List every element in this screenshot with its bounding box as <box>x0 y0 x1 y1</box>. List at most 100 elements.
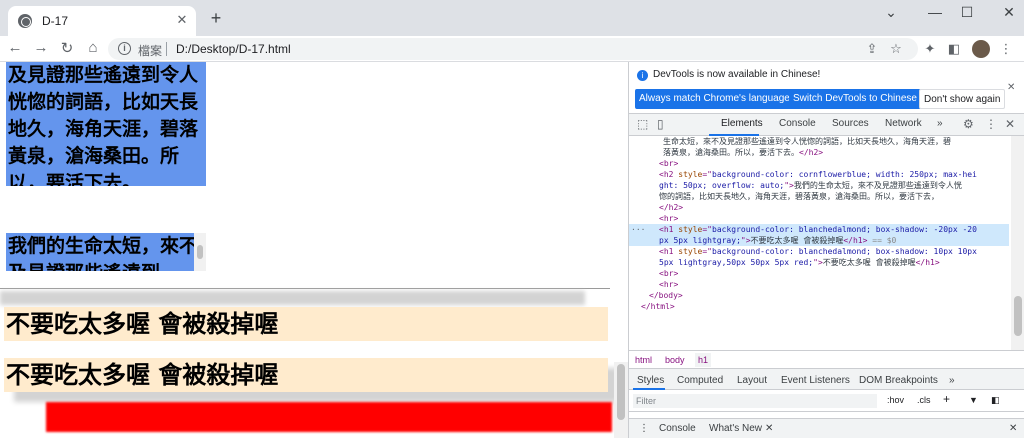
dom-line[interactable]: 惚的詞語，比如天長地久，海角天涯，碧落黃泉，滄海桑田。所以，要活下去， <box>629 191 1009 202</box>
devtools-close-icon[interactable]: ✕ <box>1005 117 1015 131</box>
globe-icon <box>18 14 32 28</box>
tab-more-styles[interactable]: » <box>949 375 955 386</box>
dom-token: =" <box>702 225 712 234</box>
h2-cornflower-block: 及見證那些遙遠到令人恍惚的詞語，比如天長地久，海角天涯，碧落黃泉，滄海桑田。所以… <box>6 62 206 186</box>
h1-heading-second: 不要吃太多喔 會被殺掉喔 <box>4 358 608 392</box>
tab-search-icon[interactable]: ⌄ <box>876 4 906 26</box>
h2-scrollbar[interactable] <box>194 233 206 271</box>
styles-filter-input[interactable]: Filter <box>633 394 877 408</box>
h1-heading-first: 不要吃太多喔 會被殺掉喔 <box>4 307 608 341</box>
tab-sources[interactable]: Sources <box>832 118 869 129</box>
address-bar[interactable]: i 檔案 D:/Desktop/D-17.html <box>108 38 918 60</box>
dom-token: <h2 <box>659 170 679 179</box>
dom-line-selected[interactable]: px 5px lightgray;">不要吃太多喔 會被殺掉喔</h1> == … <box>629 235 1009 246</box>
dom-token: =" <box>702 170 712 179</box>
tab-styles[interactable]: Styles <box>637 375 664 386</box>
close-window-button[interactable]: ✕ <box>994 4 1024 26</box>
dom-line[interactable]: <hr> <box>629 213 1009 224</box>
dom-token: </h2> <box>659 203 684 212</box>
notice-close-icon[interactable]: ✕ <box>1007 82 1015 93</box>
dont-show-button[interactable]: Don't show again <box>919 89 1006 109</box>
drawer-tab-close-icon[interactable]: ✕ <box>765 423 773 434</box>
home-icon[interactable]: ⌂ <box>84 39 102 56</box>
cls-toggle[interactable]: .cls <box>917 395 931 405</box>
profile-avatar[interactable] <box>972 40 990 58</box>
dom-line[interactable]: </body> <box>629 290 1009 301</box>
tab-dom-breakpoints[interactable]: DOM Breakpoints <box>859 375 938 386</box>
tab-event-listeners[interactable]: Event Listeners <box>781 375 850 386</box>
dom-line[interactable]: </h2> <box>629 202 1009 213</box>
breadcrumb-body[interactable]: body <box>665 355 685 365</box>
hov-toggle[interactable]: :hov <box>887 395 904 405</box>
dom-line-dots[interactable]: ··· <box>631 224 645 235</box>
drawer-tab-console[interactable]: Console <box>659 423 696 434</box>
switch-chinese-button[interactable]: Switch DevTools to Chinese <box>789 89 921 109</box>
tab-close-icon[interactable]: ✕ <box>174 12 190 28</box>
side-panel-icon[interactable]: ◧ <box>946 41 962 57</box>
dom-tree-scrollbar[interactable] <box>1011 136 1024 360</box>
breadcrumb-html[interactable]: html <box>635 355 652 365</box>
tab-layout[interactable]: Layout <box>737 375 767 386</box>
forward-icon[interactable]: → <box>32 39 50 56</box>
new-rule-button[interactable]: + <box>943 392 950 406</box>
dom-token: 不要吃太多喔 會被殺掉喔 <box>822 258 916 267</box>
tab-elements[interactable]: Elements <box>721 118 763 129</box>
tab-strip: D-17 ✕ + ⌄ — ☐ ✕ <box>0 0 1024 36</box>
match-language-button[interactable]: Always match Chrome's language <box>635 89 794 109</box>
tab-more[interactable]: » <box>937 118 943 129</box>
dom-token: <h1 <box>659 225 679 234</box>
page-scrollbar[interactable] <box>614 362 628 438</box>
tab-computed[interactable]: Computed <box>677 375 723 386</box>
dom-line[interactable]: <br> <box>629 268 1009 279</box>
inspect-icon[interactable]: ⬚ <box>637 117 648 131</box>
drawer-tab-whats-new[interactable]: What's New <box>709 423 762 434</box>
browser-tab[interactable]: D-17 ✕ <box>8 6 196 36</box>
breadcrumb-h1[interactable]: h1 <box>695 353 712 367</box>
dom-token: <hr> <box>659 280 679 289</box>
devtools-tabs: ⬚ ▯ Elements Console Sources Network » ⚙… <box>629 114 1024 136</box>
site-info-icon[interactable]: i <box>118 42 131 55</box>
dom-token: == $0 <box>867 236 897 245</box>
devtools-menu-icon[interactable]: ⋮ <box>985 117 997 131</box>
dom-line[interactable]: 生命太短，來不及見證那些遙遠到令人恍惚的詞語，比如天長地久，海角天涯，碧 <box>629 136 1009 147</box>
dom-tree[interactable]: 生命太短，來不及見證那些遙遠到令人恍惚的詞語，比如天長地久，海角天涯，碧 落黃泉，… <box>629 136 1009 360</box>
drawer-menu-icon[interactable]: ⋮ <box>639 423 649 434</box>
bookmark-star-icon[interactable]: ☆ <box>888 41 904 57</box>
sidebar-toggle-icon[interactable]: ◧ <box>991 395 1000 406</box>
dom-line[interactable]: 落黃泉，滄海桑田。所以，要活下去。</h2> <box>629 147 1009 158</box>
url-text[interactable]: D:/Desktop/D-17.html <box>176 42 291 56</box>
dom-token: =" <box>702 247 712 256</box>
dom-line[interactable]: <br> <box>629 158 1009 169</box>
dom-token: 生命太短，來不及見證那些遙遠到令人恍惚的詞語，比如天長地久，海角天涯，碧 <box>663 137 951 146</box>
dom-token: style <box>678 225 703 234</box>
breadcrumb: html body h1 <box>629 350 1024 368</box>
dom-token: 不要吃太多喔 會被殺掉喔 <box>750 236 844 245</box>
language-notice: i DevTools is now available in Chinese! … <box>629 62 1024 114</box>
more-menu-icon[interactable]: ⋮ <box>998 41 1014 57</box>
devtools-drawer: ⋮ Console What's New ✕ ✕ <box>629 418 1024 438</box>
back-icon[interactable]: ← <box>6 39 24 56</box>
dom-line[interactable]: <h1 style="background-color: blanchedalm… <box>629 246 1009 257</box>
dom-line[interactable]: </html> <box>629 301 1009 312</box>
settings-gear-icon[interactable]: ⚙ <box>963 117 974 131</box>
dom-token: "> <box>740 236 751 245</box>
drawer-close-icon[interactable]: ✕ <box>1009 423 1017 434</box>
dom-line-selected[interactable]: <h1 style="background-color: blanchedalm… <box>629 224 1009 235</box>
dom-line[interactable]: <hr> <box>629 279 1009 290</box>
scheme-label: 檔案 <box>138 44 163 58</box>
h2-scroll-block[interactable]: 我們的生命太短，來不及見證那些遙遠到 <box>6 233 206 271</box>
devtools-panel: i DevTools is now available in Chinese! … <box>628 62 1024 438</box>
tab-network[interactable]: Network <box>885 118 922 129</box>
dom-line[interactable]: ght: 50px; overflow: auto;">我們的生命太短，來不及見… <box>629 180 1009 191</box>
paint-icon[interactable]: ▼ <box>969 395 978 405</box>
new-tab-button[interactable]: + <box>206 8 226 29</box>
maximize-button[interactable]: ☐ <box>952 4 982 26</box>
reload-icon[interactable]: ↻ <box>58 39 76 57</box>
minimize-button[interactable]: — <box>920 4 950 26</box>
dom-line[interactable]: 5px lightgray,50px 50px 5px red;">不要吃太多喔… <box>629 257 1009 268</box>
share-icon[interactable]: ⇪ <box>864 41 880 57</box>
device-toggle-icon[interactable]: ▯ <box>657 117 664 131</box>
dom-line[interactable]: <h2 style="background-color: cornflowerb… <box>629 169 1009 180</box>
extensions-icon[interactable]: ✦ <box>922 41 938 57</box>
tab-console[interactable]: Console <box>779 118 816 129</box>
